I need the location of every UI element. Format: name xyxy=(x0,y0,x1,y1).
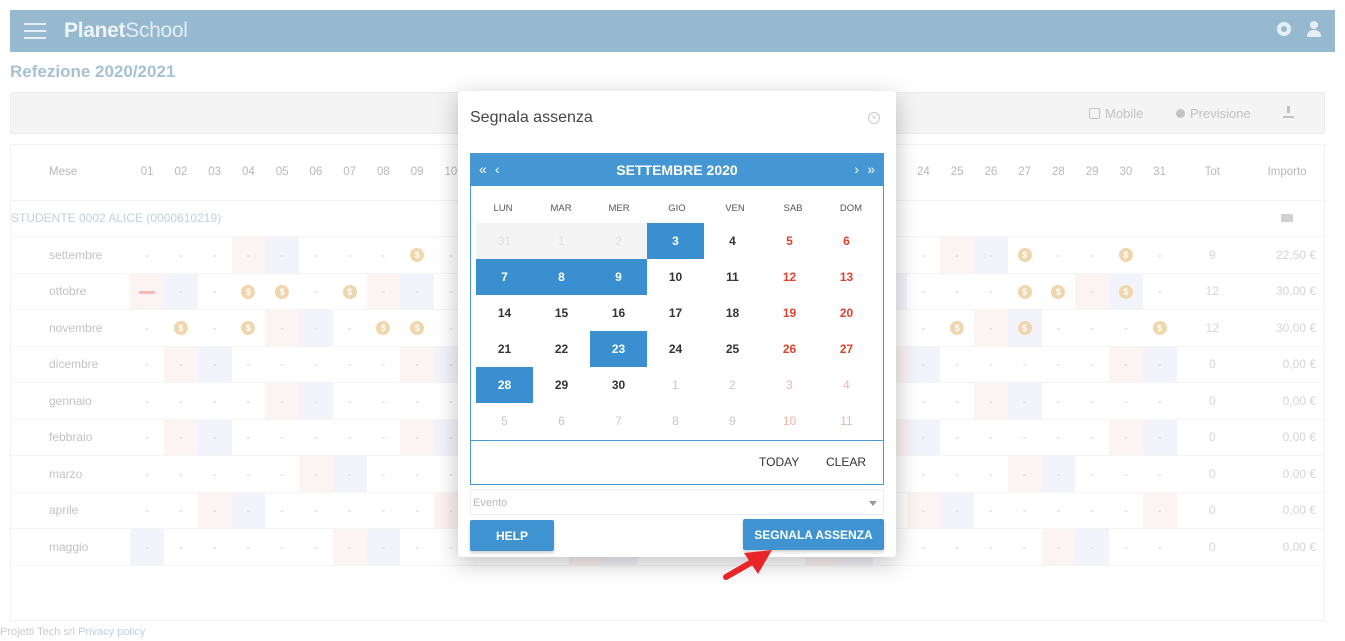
weekday-label: VEN xyxy=(725,203,745,214)
calendar-day: 31 xyxy=(476,223,533,259)
calendar-day[interactable]: 30 xyxy=(590,367,647,403)
calendar-day[interactable]: 3 xyxy=(647,223,704,259)
calendar-day[interactable]: 5 xyxy=(476,403,533,439)
calendar-day[interactable]: 13 xyxy=(818,259,875,295)
next-month-button[interactable]: › xyxy=(854,161,859,177)
prev-month-button[interactable]: ‹ xyxy=(495,161,500,177)
calendar-day: 2 xyxy=(590,223,647,259)
calendar-month-label[interactable]: SETTEMBRE 2020 xyxy=(471,162,883,178)
clear-button[interactable]: CLEAR xyxy=(826,455,866,469)
calendar-day[interactable]: 24 xyxy=(647,331,704,367)
calendar-day[interactable]: 1 xyxy=(647,367,704,403)
calendar-day[interactable]: 29 xyxy=(533,367,590,403)
date-picker: « ‹ SETTEMBRE 2020 › » LUN MAR MER GIO VEN SA… xyxy=(470,153,884,485)
calendar-day[interactable]: 7 xyxy=(476,259,533,295)
calendar-day[interactable]: 4 xyxy=(818,367,875,403)
annotation-arrow-icon xyxy=(723,550,772,580)
calendar-day[interactable]: 16 xyxy=(590,295,647,331)
weekday-label: MAR xyxy=(550,203,572,214)
calendar-day[interactable]: 7 xyxy=(590,403,647,439)
calendar-day[interactable]: 18 xyxy=(704,295,761,331)
calendar-day[interactable]: 6 xyxy=(818,223,875,259)
dialog-title: Segnala assenza xyxy=(470,109,593,126)
segnala-assenza-dialog: Segnala assenza × « ‹ SETTEMBRE 2020 › »… xyxy=(458,91,896,557)
calendar-day[interactable]: 9 xyxy=(704,403,761,439)
weekday-label: MER xyxy=(608,203,630,214)
calendar-day[interactable]: 12 xyxy=(761,259,818,295)
calendar-day[interactable]: 26 xyxy=(761,331,818,367)
calendar-day: 1 xyxy=(533,223,590,259)
calendar-day[interactable]: 8 xyxy=(533,259,590,295)
calendar-day[interactable]: 17 xyxy=(647,295,704,331)
calendar-day[interactable]: 20 xyxy=(818,295,875,331)
calendar-day[interactable]: 4 xyxy=(704,223,761,259)
calendar-day[interactable]: 22 xyxy=(533,331,590,367)
calendar-day[interactable]: 27 xyxy=(818,331,875,367)
calendar-day[interactable]: 10 xyxy=(761,403,818,439)
evento-placeholder: Evento xyxy=(473,497,508,509)
weekday-header: LUN MAR MER GIO VEN SAB DOM xyxy=(474,203,880,214)
help-button[interactable]: HELP xyxy=(470,520,554,551)
prev-year-button[interactable]: « xyxy=(479,161,487,177)
chevron-down-icon xyxy=(869,501,877,506)
calendar-header: « ‹ SETTEMBRE 2020 › » xyxy=(471,154,883,186)
calendar-day[interactable]: 23 xyxy=(590,331,647,367)
segnala-assenza-button[interactable]: SEGNALA ASSENZA xyxy=(743,519,884,550)
next-year-button[interactable]: » xyxy=(867,161,875,177)
calendar-days: 31 1 2 3 4 5 6 7 8 9 10 11 12 13 14 15 16 17 18 19 20 21 22 23 2… xyxy=(476,223,875,439)
close-icon[interactable]: × xyxy=(868,112,880,124)
calendar-day[interactable]: 21 xyxy=(476,331,533,367)
evento-select[interactable]: Evento xyxy=(470,489,884,515)
weekday-label: GIO xyxy=(668,203,686,214)
calendar-day[interactable]: 15 xyxy=(533,295,590,331)
calendar-day[interactable]: 2 xyxy=(704,367,761,403)
weekday-label: DOM xyxy=(839,203,863,214)
calendar-day[interactable]: 8 xyxy=(647,403,704,439)
calendar-day[interactable]: 5 xyxy=(761,223,818,259)
weekday-label: SAB xyxy=(783,203,803,214)
calendar-day[interactable]: 19 xyxy=(761,295,818,331)
calendar-day[interactable]: 14 xyxy=(476,295,533,331)
calendar-day[interactable]: 25 xyxy=(704,331,761,367)
calendar-footer: TODAY CLEAR xyxy=(471,440,883,484)
calendar-day[interactable]: 10 xyxy=(647,259,704,295)
calendar-day[interactable]: 28 xyxy=(476,367,533,403)
calendar-day[interactable]: 9 xyxy=(590,259,647,295)
weekday-label: LUN xyxy=(493,203,513,214)
calendar-day[interactable]: 3 xyxy=(761,367,818,403)
today-button[interactable]: TODAY xyxy=(759,455,799,469)
calendar-day[interactable]: 11 xyxy=(704,259,761,295)
calendar-day[interactable]: 11 xyxy=(818,403,875,439)
calendar-day[interactable]: 6 xyxy=(533,403,590,439)
